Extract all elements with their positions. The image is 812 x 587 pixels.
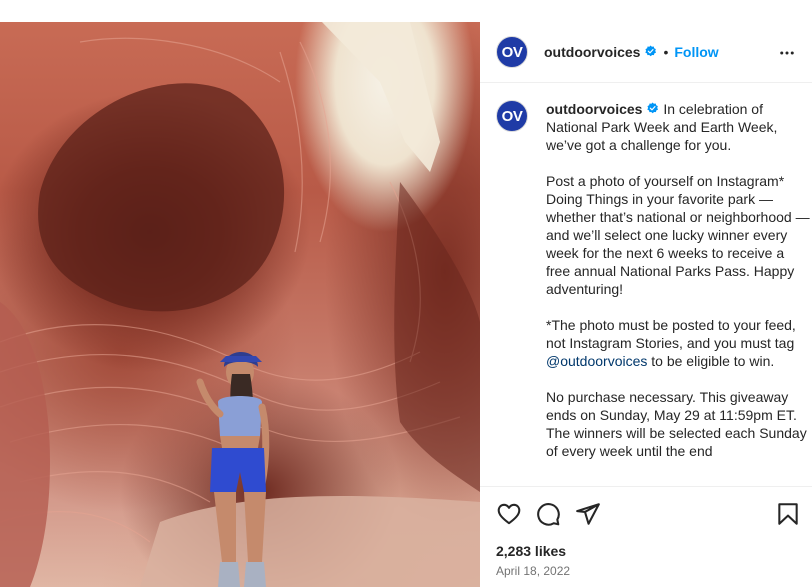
follow-button[interactable]: Follow	[674, 44, 718, 60]
caption-username[interactable]: outdoorvoices	[546, 101, 659, 117]
caption-avatar[interactable]: OV	[496, 100, 528, 132]
more-options-icon[interactable]	[778, 44, 796, 62]
post-photo[interactable]	[0, 22, 480, 587]
comment-icon[interactable]	[535, 501, 561, 527]
bookmark-icon[interactable]	[775, 501, 801, 527]
caption-paragraph-2: Post a photo of yourself on Instagram* D…	[546, 173, 810, 297]
mention-link[interactable]: @outdoorvoices	[546, 353, 647, 369]
post-panel: OV outdoorvoices • Follow OV outdoorvoic…	[480, 22, 812, 587]
caption-text: outdoorvoices In celebration of National…	[546, 100, 810, 460]
caption-paragraph-3: No purchase necessary. This giveaway end…	[546, 389, 811, 459]
likes-count[interactable]: 2,283 likes	[496, 543, 566, 559]
canyon-photo-art	[0, 22, 480, 587]
caption-scroll-area[interactable]: OV outdoorvoices In celebration of Natio…	[480, 84, 812, 486]
share-icon[interactable]	[575, 501, 601, 527]
heart-icon[interactable]	[496, 501, 522, 527]
profile-avatar[interactable]: OV	[496, 36, 528, 68]
post-header: OV outdoorvoices • Follow	[480, 22, 812, 83]
verified-badge-icon	[647, 102, 659, 114]
separator-dot: •	[663, 44, 669, 60]
caption-fine-print: *The photo must be posted to your feed, …	[546, 317, 800, 369]
post-date[interactable]: April 18, 2022	[496, 564, 570, 578]
action-bar: 2,283 likes April 18, 2022	[480, 486, 812, 587]
header-username[interactable]: outdoorvoices	[544, 44, 657, 60]
verified-badge-icon	[645, 45, 657, 57]
